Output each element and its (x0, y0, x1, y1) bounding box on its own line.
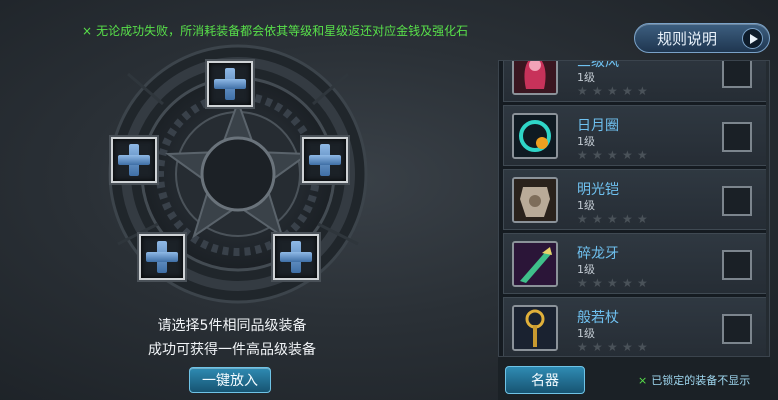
star-icon: ★ (637, 84, 648, 98)
list-item[interactable]: 明光铠 1级 ★ ★ ★ ★ ★ (503, 169, 767, 230)
list-item[interactable]: 日月圈 1级 ★ ★ ★ ★ ★ (503, 105, 767, 166)
select-checkbox[interactable] (722, 186, 752, 216)
plus-icon (116, 142, 152, 178)
star-icon: ★ (607, 276, 618, 290)
star-rating: ★ ★ ★ ★ ★ (577, 341, 649, 353)
list-item[interactable]: 三级风 1级 ★ ★ ★ ★ ★ (503, 61, 767, 102)
rules-button-label: 规则说明 (657, 29, 718, 48)
item-level: 1级 (577, 327, 595, 340)
item-level: 1级 (577, 135, 595, 148)
star-icon: ★ (637, 212, 648, 226)
select-checkbox[interactable] (722, 314, 752, 344)
star-icon: ★ (577, 84, 588, 98)
list-item[interactable]: 碎龙牙 1级 ★ ★ ★ ★ ★ (503, 233, 767, 294)
star-icon: ★ (577, 148, 588, 162)
select-checkbox[interactable] (722, 122, 752, 152)
equip-slot-3[interactable] (302, 137, 348, 183)
star-icon: ★ (637, 148, 648, 162)
star-rating: ★ ★ ★ ★ ★ (577, 277, 649, 289)
item-name: 碎龙牙 (577, 246, 619, 262)
item-level: 1级 (577, 71, 595, 84)
plus-icon (307, 142, 343, 178)
plus-icon (144, 239, 180, 275)
close-mark-icon: × (638, 374, 648, 387)
list-item[interactable]: 般若杖 1级 ★ ★ ★ ★ ★ (503, 297, 767, 356)
close-mark-icon: × (82, 24, 93, 38)
top-notice: × 无论成功失败，所消耗装备都会依其等级和星级返还对应金钱及强化石 (82, 24, 469, 38)
star-icon: ★ (622, 276, 633, 290)
star-icon: ★ (592, 212, 603, 226)
item-name: 明光铠 (577, 182, 619, 198)
red-robe-icon (512, 61, 558, 95)
hint-success-reward: 成功可获得一件高品级装备 (148, 342, 316, 358)
star-icon: ★ (592, 84, 603, 98)
star-icon: ★ (622, 340, 633, 354)
star-icon: ★ (577, 276, 588, 290)
star-icon: ★ (592, 276, 603, 290)
star-rating: ★ ★ ★ ★ ★ (577, 149, 649, 161)
item-name: 日月圈 (577, 118, 619, 134)
select-checkbox[interactable] (722, 250, 752, 280)
armor-icon (512, 177, 558, 223)
star-icon: ★ (592, 340, 603, 354)
star-icon: ★ (607, 340, 618, 354)
item-name: 般若杖 (577, 310, 619, 326)
star-icon: ★ (577, 340, 588, 354)
equip-slot-5[interactable] (273, 234, 319, 280)
star-icon: ★ (607, 84, 618, 98)
equip-slot-4[interactable] (139, 234, 185, 280)
star-icon: ★ (622, 148, 633, 162)
star-icon: ★ (622, 84, 633, 98)
equip-slot-1[interactable] (207, 61, 253, 107)
star-icon: ★ (607, 212, 618, 226)
item-level: 1级 (577, 199, 595, 212)
locked-note: × 已锁定的装备不显示 (638, 374, 751, 387)
select-checkbox[interactable] (722, 61, 752, 88)
equipment-list[interactable]: 三级风 1级 ★ ★ ★ ★ ★ 日月圈 1级 ★ ★ ★ ★ ★ 明光铠 1级… (498, 60, 770, 357)
star-icon: ★ (622, 212, 633, 226)
play-arrow-icon (742, 28, 763, 49)
hint-select-equipment: 请选择5件相同品级装备 (157, 318, 307, 334)
plus-icon (278, 239, 314, 275)
item-level: 1级 (577, 263, 595, 276)
staff-icon (512, 305, 558, 351)
star-icon: ★ (637, 276, 648, 290)
scrollbar[interactable] (766, 61, 769, 356)
plus-icon (212, 66, 248, 102)
rules-button[interactable]: 规则说明 (634, 23, 770, 53)
star-icon: ★ (592, 148, 603, 162)
star-icon: ★ (607, 148, 618, 162)
sun-moon-ring-icon (512, 113, 558, 159)
star-icon: ★ (637, 340, 648, 354)
filter-button[interactable]: 名器 (505, 366, 585, 394)
put-all-button[interactable]: 一键放入 (189, 367, 271, 393)
star-rating: ★ ★ ★ ★ ★ (577, 85, 649, 97)
equip-slot-2[interactable] (111, 137, 157, 183)
dragon-fang-icon (512, 241, 558, 287)
star-icon: ★ (577, 212, 588, 226)
star-rating: ★ ★ ★ ★ ★ (577, 213, 649, 225)
